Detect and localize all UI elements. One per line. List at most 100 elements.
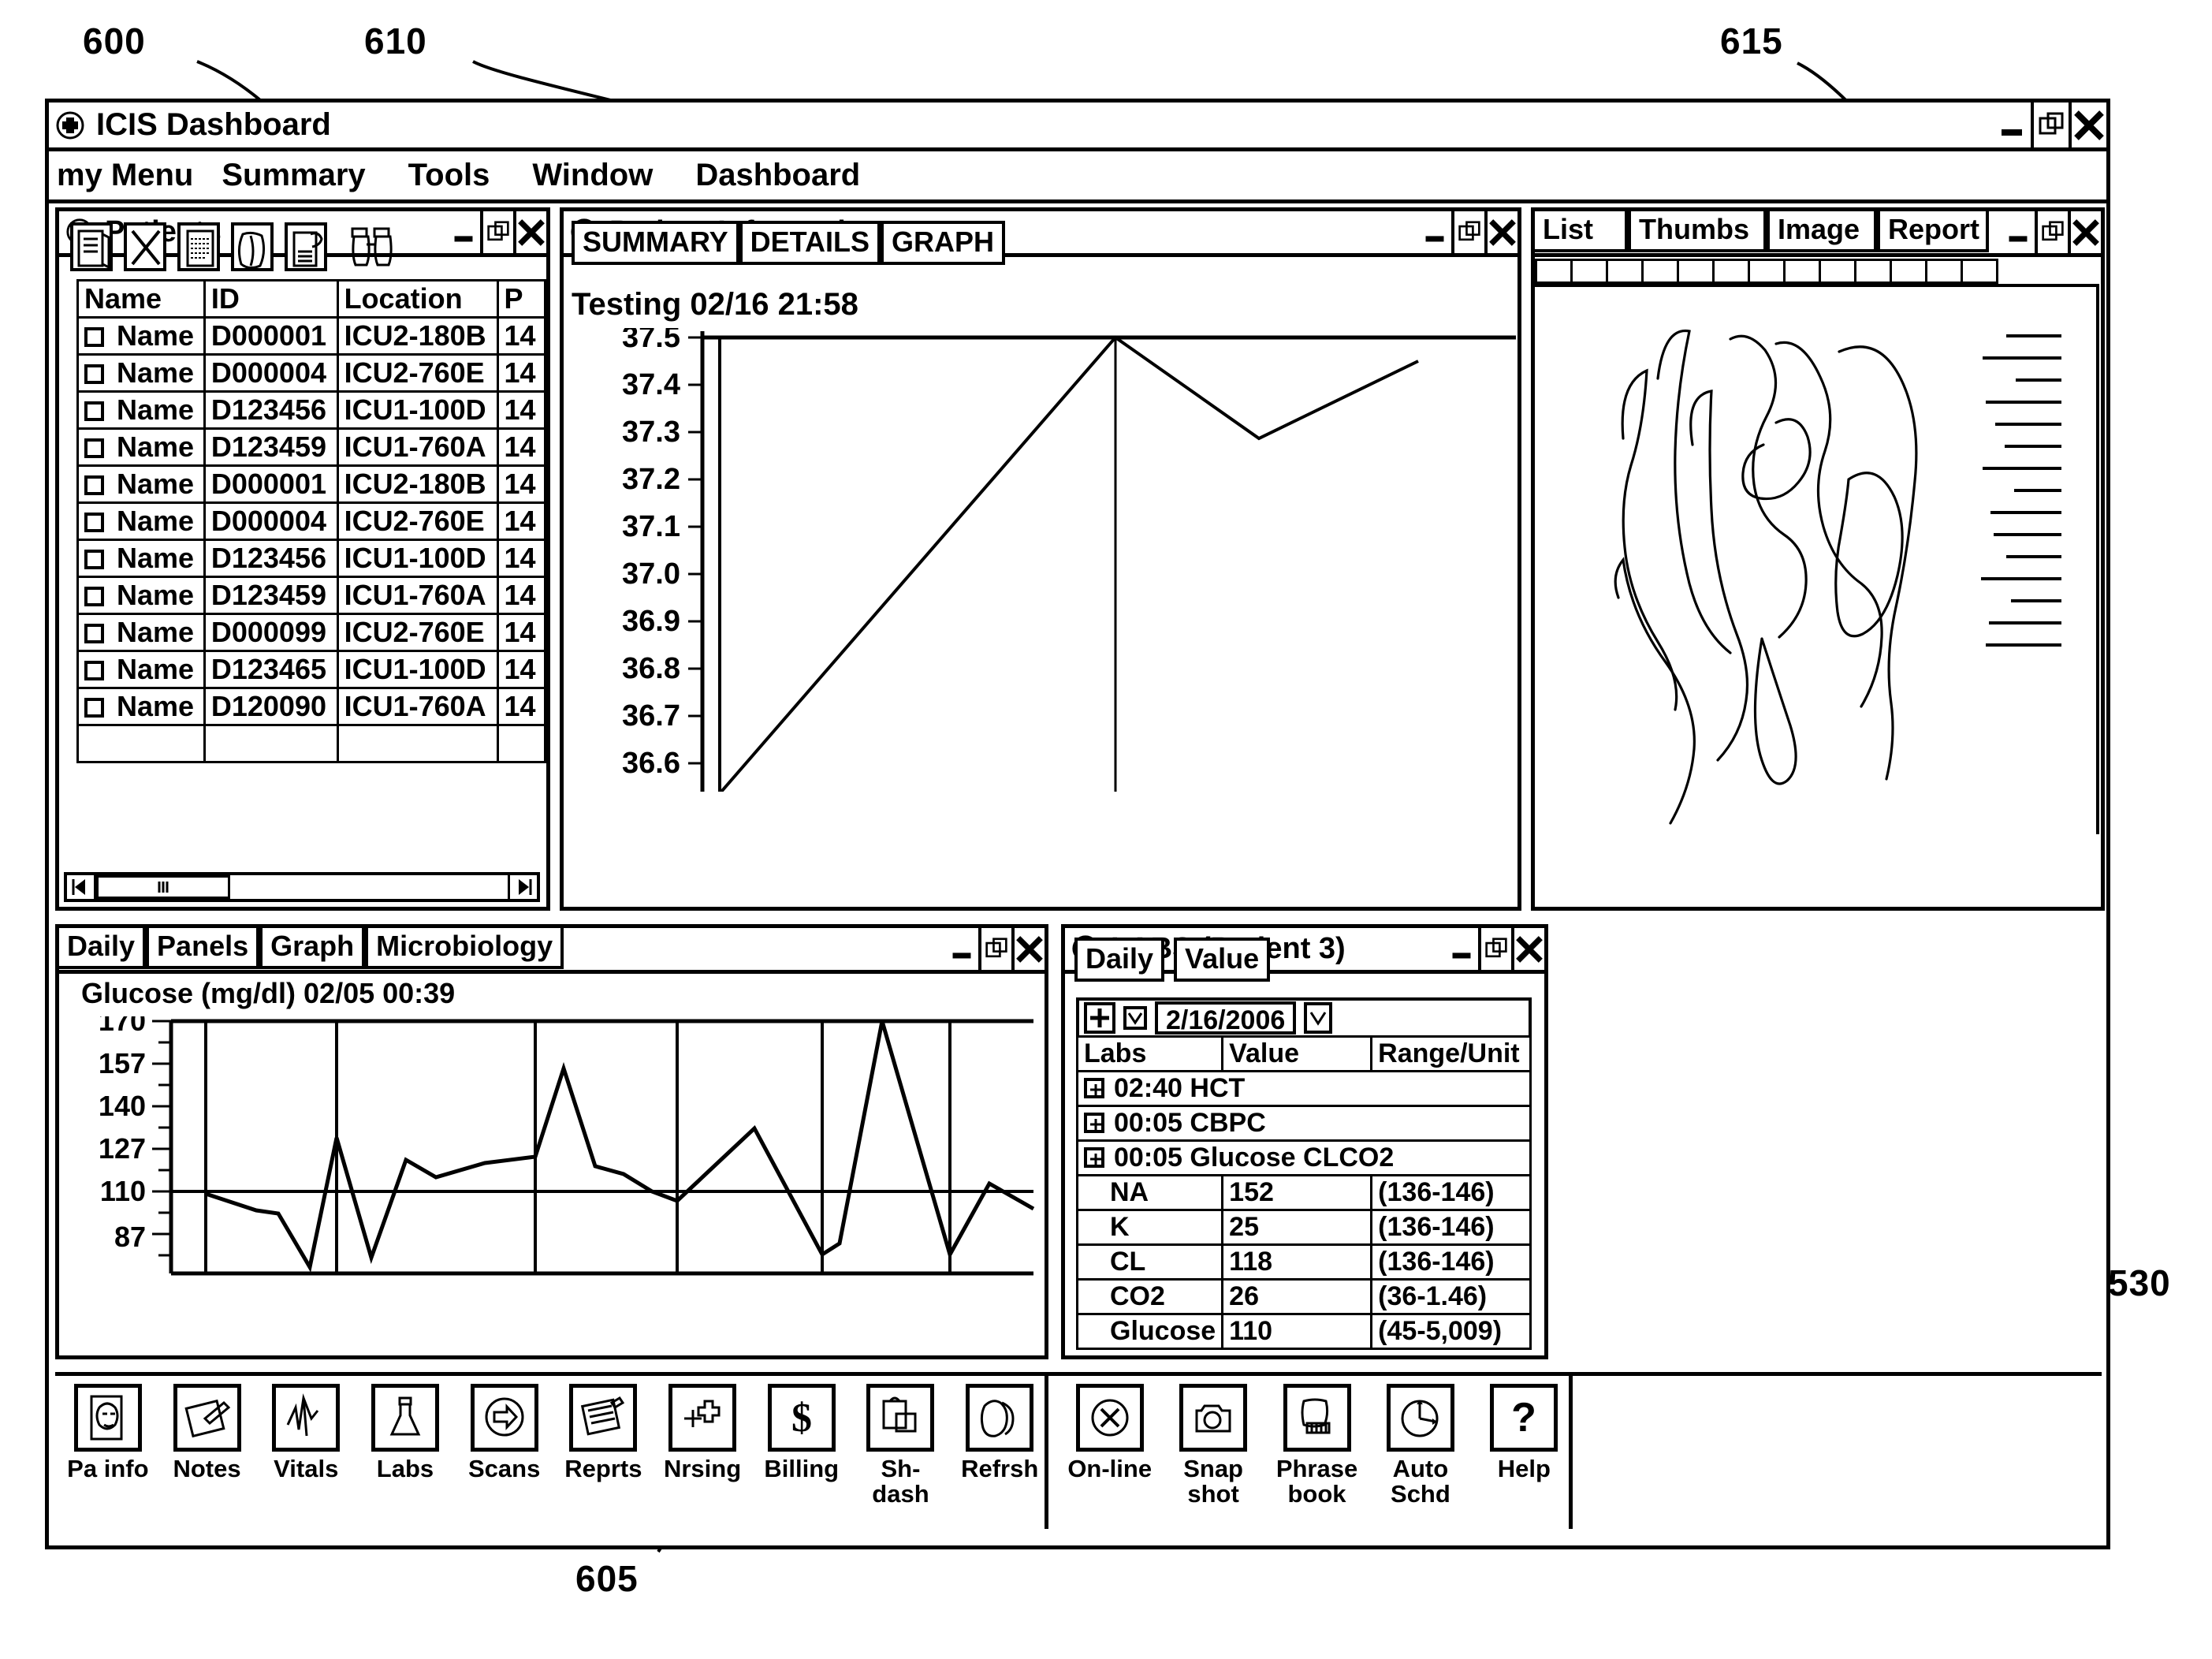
toolbar-button-nrsing[interactable]: Nrsing (657, 1384, 747, 1482)
lab-value-row[interactable]: K 25 (136-146) (1075, 1209, 1532, 1246)
table-row[interactable]: Name D000004 ICU2-760E 14 (76, 501, 547, 541)
lab-value-row[interactable]: Glucose 110 (45-5,009) (1075, 1313, 1532, 1350)
row-name-cell[interactable]: Name (76, 576, 206, 615)
close-icon[interactable] (1484, 211, 1517, 253)
thumb-cell[interactable] (1786, 261, 1821, 281)
table-row[interactable]: Name D000001 ICU2-180B 14 (76, 316, 547, 356)
row-checkbox[interactable] (84, 624, 104, 643)
table-row[interactable]: Name D000004 ICU2-760E 14 (76, 353, 547, 393)
lab-group-cell[interactable]: 02:40 HCT (1076, 1070, 1532, 1107)
row-checkbox[interactable] (84, 550, 104, 569)
scroll-thumb[interactable] (96, 875, 230, 899)
binoculars-icon[interactable] (348, 224, 393, 275)
minimize-icon[interactable] (1993, 103, 2031, 147)
scans-thumbnail-strip[interactable] (1535, 259, 1998, 284)
row-checkbox[interactable] (84, 475, 104, 495)
delete-x-icon[interactable] (124, 222, 166, 271)
dollar-icon[interactable]: $ (767, 1384, 836, 1452)
table-row[interactable]: Name D000099 ICU2-760E 14 (76, 613, 547, 652)
lab-value-row[interactable]: CL 118 (136-146) (1075, 1243, 1532, 1281)
expander-icon[interactable] (1084, 1113, 1104, 1133)
toolbar-button-snapshot[interactable]: Snap shot (1168, 1384, 1257, 1506)
tab-graph[interactable]: Graph (259, 928, 366, 969)
table-row[interactable]: Name D123465 ICU1-100D 14 (76, 650, 547, 689)
toolbar-button-scans[interactable]: Scans (460, 1384, 549, 1482)
lab-group-cell[interactable]: 00:05 Glucose CLCO2 (1076, 1139, 1532, 1176)
lab-group-row[interactable]: 00:05 Glucose CLCO2 (1076, 1139, 1532, 1176)
toolbar-button-sh-dash[interactable]: Sh-dash (856, 1384, 946, 1506)
minimize-icon[interactable] (1418, 211, 1451, 253)
maximize-icon[interactable] (2031, 103, 2069, 147)
date-field[interactable]: 2/16/2006 (1155, 1001, 1297, 1035)
toolbar-button-notes[interactable]: Notes (162, 1384, 252, 1482)
tab-value[interactable]: Value (1174, 938, 1271, 982)
date-dropdown-icon[interactable] (1304, 1002, 1333, 1034)
x-circle-icon[interactable] (1075, 1384, 1144, 1452)
tab-list[interactable]: List (1535, 211, 1628, 252)
expander-icon[interactable] (1084, 1147, 1104, 1168)
toolbar-button-vitals[interactable]: Vitals (261, 1384, 351, 1482)
thumb-cell[interactable] (1537, 261, 1573, 281)
patients-hscrollbar[interactable] (64, 872, 540, 902)
minimize-icon[interactable] (447, 211, 480, 253)
tab-details[interactable]: DETAILS (739, 221, 881, 265)
note-hand-icon[interactable] (285, 222, 327, 271)
table-row[interactable]: Name D123456 ICU1-100D 14 (76, 539, 547, 578)
thumb-cell[interactable] (1856, 261, 1892, 281)
thumb-cell[interactable] (1679, 261, 1715, 281)
table-row[interactable]: Name D123456 ICU1-100D 14 (76, 390, 547, 430)
row-name-cell[interactable]: Name (76, 501, 206, 541)
menu-item-my-menu[interactable]: my Menu (57, 158, 193, 193)
close-icon[interactable] (1511, 928, 1544, 970)
table-row[interactable]: Name D123459 ICU1-760A 14 (76, 427, 547, 467)
tab-daily[interactable]: Daily (59, 928, 147, 969)
tab-microbiology[interactable]: Microbiology (365, 928, 564, 969)
dashboard-empty-area[interactable] (1555, 924, 2103, 1359)
toolbar-button-auto-schd[interactable]: Auto Schd (1376, 1384, 1465, 1506)
row-name-cell[interactable]: Name (76, 539, 206, 578)
maximize-icon[interactable] (978, 928, 1011, 970)
table-row[interactable]: Name D000001 ICU2-180B 14 (76, 464, 547, 504)
thumb-cell[interactable] (1821, 261, 1856, 281)
refresh-pages-icon[interactable] (966, 1384, 1034, 1452)
tab-thumbs[interactable]: Thumbs (1628, 211, 1767, 252)
pages-icon[interactable] (231, 222, 274, 271)
row-name-cell[interactable]: Name (76, 650, 206, 689)
maximize-icon[interactable] (2035, 211, 2068, 253)
tab-image[interactable]: Image (1767, 211, 1877, 252)
table-row[interactable]: Name D123459 ICU1-760A 14 (76, 576, 547, 615)
tab-report[interactable]: Report (1877, 211, 1989, 252)
minimize-icon[interactable] (945, 928, 978, 970)
lab-value-row[interactable]: NA 152 (136-146) (1075, 1174, 1532, 1211)
toolbar-button-help[interactable]: ? Help (1480, 1384, 1569, 1482)
expander-icon[interactable] (1084, 1078, 1104, 1098)
menu-item-window[interactable]: Window (532, 158, 653, 193)
maximize-icon[interactable] (1478, 928, 1511, 970)
patient-face-icon[interactable] (73, 1384, 142, 1452)
close-icon[interactable] (513, 211, 546, 253)
camera-icon[interactable] (1179, 1384, 1248, 1452)
close-icon[interactable] (1011, 928, 1045, 970)
thumb-cell[interactable] (1963, 261, 1996, 281)
clock-icon[interactable] (1386, 1384, 1454, 1452)
menu-item-dashboard[interactable]: Dashboard (695, 158, 860, 193)
plus-cross-icon[interactable] (668, 1384, 737, 1452)
minimize-icon[interactable] (2002, 211, 2035, 253)
chevron-down-icon[interactable] (1123, 1006, 1147, 1030)
row-name-cell[interactable]: Name (76, 464, 206, 504)
thumb-cell[interactable] (1892, 261, 1927, 281)
row-checkbox[interactable] (84, 587, 104, 606)
lab-group-row[interactable]: 00:05 CBPC (1076, 1105, 1532, 1142)
report-pen-icon[interactable] (569, 1384, 638, 1452)
toolbar-button-phrasebook[interactable]: Phrase book (1272, 1384, 1361, 1506)
maximize-icon[interactable] (1451, 211, 1484, 253)
close-icon[interactable] (2068, 211, 2101, 253)
table-row-empty[interactable] (76, 724, 547, 763)
thumb-cell[interactable] (1715, 261, 1750, 281)
lab-group-row[interactable]: 02:40 HCT (1076, 1070, 1532, 1107)
row-checkbox[interactable] (84, 438, 104, 458)
toolbar-button-reprts[interactable]: Reprts (559, 1384, 649, 1482)
table-row[interactable]: Name D120090 ICU1-760A 14 (76, 687, 547, 726)
thumb-cell[interactable] (1644, 261, 1679, 281)
row-name-cell[interactable]: Name (76, 687, 206, 726)
